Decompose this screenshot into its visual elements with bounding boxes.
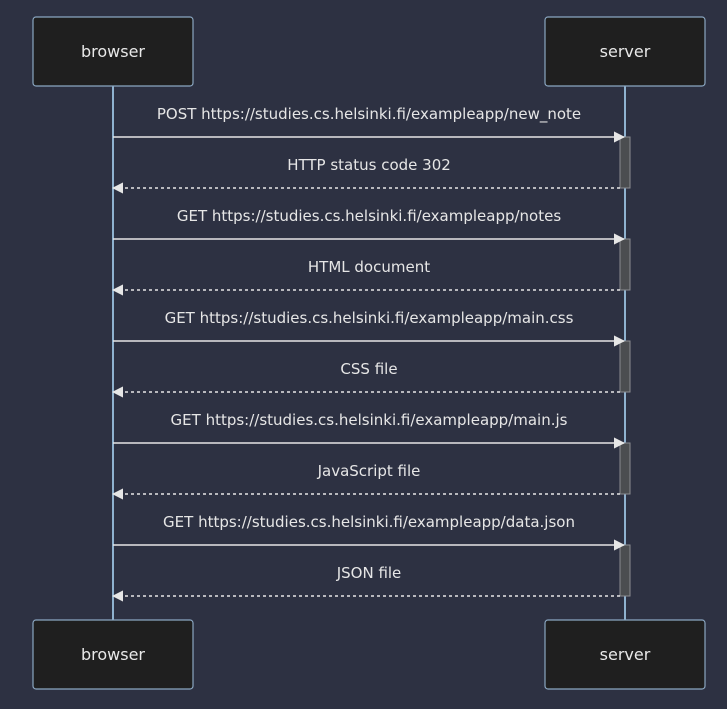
server-activation-bar bbox=[619, 238, 631, 291]
message-label: HTTP status code 302 bbox=[287, 156, 451, 174]
message-label: GET https://studies.cs.helsinki.fi/examp… bbox=[165, 309, 574, 327]
server-activation-bar bbox=[619, 442, 631, 495]
message-label: GET https://studies.cs.helsinki.fi/examp… bbox=[177, 207, 561, 225]
message-label: JSON file bbox=[336, 564, 402, 582]
actor-browser-top-label: browser bbox=[81, 42, 145, 61]
message-7: GET https://studies.cs.helsinki.fi/examp… bbox=[113, 411, 626, 449]
actor-server-bottom: server bbox=[544, 619, 706, 690]
message-4: HTML document bbox=[111, 258, 620, 296]
message-2: HTTP status code 302 bbox=[111, 156, 620, 194]
actor-server-bottom-label: server bbox=[600, 645, 651, 664]
sequence-diagram: POST https://studies.cs.helsinki.fi/exam… bbox=[32, 16, 706, 690]
message-1: POST https://studies.cs.helsinki.fi/exam… bbox=[113, 105, 626, 143]
actor-browser-bottom-label: browser bbox=[81, 645, 145, 664]
message-9: GET https://studies.cs.helsinki.fi/examp… bbox=[113, 513, 626, 551]
message-label: POST https://studies.cs.helsinki.fi/exam… bbox=[157, 105, 581, 124]
message-label: HTML document bbox=[308, 258, 430, 276]
message-8: JavaScript file bbox=[111, 462, 620, 500]
message-6: CSS file bbox=[111, 360, 620, 398]
message-3: GET https://studies.cs.helsinki.fi/examp… bbox=[113, 207, 626, 245]
server-activation-bar bbox=[619, 136, 631, 189]
server-activation-bar bbox=[619, 544, 631, 597]
message-label: CSS file bbox=[340, 360, 397, 378]
message-label: GET https://studies.cs.helsinki.fi/examp… bbox=[163, 513, 575, 531]
actor-browser-top: browser bbox=[32, 16, 194, 87]
actor-server-top: server bbox=[544, 16, 706, 87]
actor-browser-bottom: browser bbox=[32, 619, 194, 690]
actor-server-top-label: server bbox=[600, 42, 651, 61]
message-5: GET https://studies.cs.helsinki.fi/examp… bbox=[113, 309, 626, 347]
message-label: GET https://studies.cs.helsinki.fi/examp… bbox=[171, 411, 568, 429]
messages: POST https://studies.cs.helsinki.fi/exam… bbox=[111, 105, 626, 602]
message-10: JSON file bbox=[111, 564, 620, 602]
message-label: JavaScript file bbox=[317, 462, 421, 480]
server-activation-bar bbox=[619, 340, 631, 393]
